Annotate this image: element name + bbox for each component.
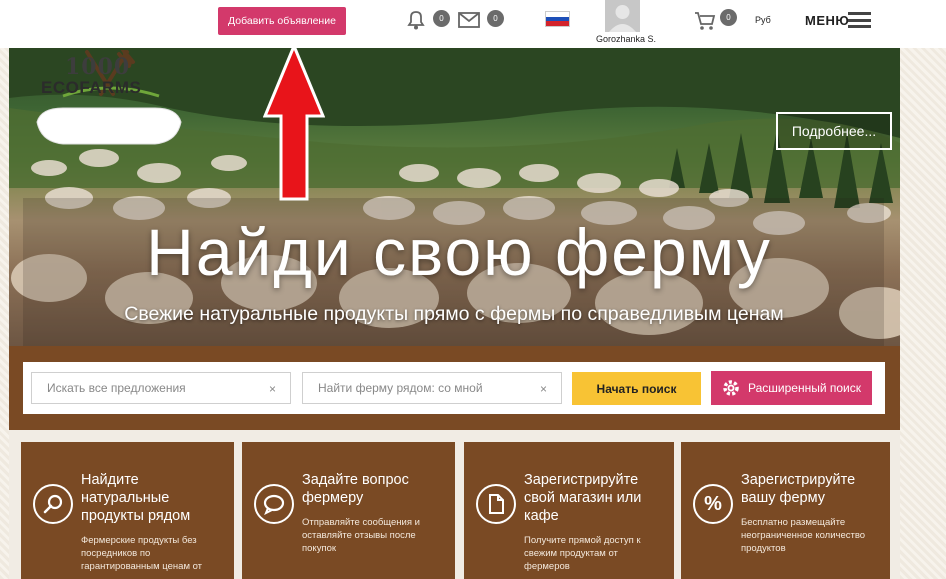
start-search-button[interactable]: Начать поиск [572,372,701,405]
card-title: Зарегистрируйте свой магазин или кафе [524,472,642,524]
card-text: Получите прямой доступ к свежим продукта… [524,535,641,572]
cart-badge: 0 [720,9,737,26]
clear-search-icon[interactable]: × [269,382,276,396]
card-text: Фермерские продукты без посредников по г… [81,535,203,572]
hero-banner: beta 1000 ECOFARMS Подробнее... [9,48,900,346]
notifications-badge: 0 [433,10,450,27]
advanced-search-button[interactable]: Расширенный поиск [711,371,872,405]
search-box: Искать все предложения × Найти ферму ряд… [23,362,885,414]
percent-icon: % [693,484,733,524]
currency-selector[interactable]: Руб [755,15,771,25]
menu-label[interactable]: МЕНЮ [805,13,849,28]
beta-label: beta [129,48,150,49]
ecofarms-logo[interactable]: beta 1000 ECOFARMS [33,48,185,152]
feature-card-ask-farmer[interactable]: Задайте вопрос фермеру Отправляйте сообщ… [242,442,455,579]
gear-icon [723,380,739,396]
username[interactable]: Gorozhanka S. [596,34,656,44]
search-section: Искать все предложения × Найти ферму ряд… [9,346,900,430]
search-input[interactable]: Искать все предложения × [31,372,291,404]
top-header: Добавить объявление 0 0 Gorozhanka S. 0 … [0,0,946,48]
cart-icon[interactable] [694,11,716,36]
hero-subtitle: Свежие натуральные продукты прямо с ферм… [124,303,784,325]
document-icon [476,484,516,524]
clear-location-icon[interactable]: × [540,382,547,396]
logo-number: 1000 [65,54,131,80]
card-title: Найдите натуральные продукты рядом [81,472,191,524]
russian-flag-icon[interactable] [545,11,570,27]
red-arrow-annotation-icon [263,44,325,201]
card-title: Зарегистрируйте вашу ферму [741,472,856,506]
card-text: Бесплатно размещайте неограниченное коли… [741,517,866,554]
card-text: Отправляйте сообщения и оставляйте отзыв… [302,517,420,554]
more-info-button[interactable]: Подробнее... [776,112,892,150]
bell-icon[interactable] [405,9,427,36]
feature-card-register-farm[interactable]: % Зарегистрируйте вашу ферму Бесплатно р… [681,442,890,579]
avatar[interactable] [605,0,640,32]
search-icon [33,484,73,524]
logo-name: ECOFARMS [41,78,142,97]
chat-bubble-icon [254,484,294,524]
advanced-search-label: Расширенный поиск [748,381,861,395]
hero-title: Найди свою ферму [146,215,772,289]
feature-card-register-shop[interactable]: Зарегистрируйте свой магазин или кафе По… [464,442,674,579]
mail-badge: 0 [487,10,504,27]
mail-icon[interactable] [458,12,480,33]
farm-location-placeholder: Найти ферму рядом: со мной [318,381,483,395]
feature-card-find-products[interactable]: Найдите натуральные продукты рядом Ферме… [21,442,234,579]
search-input-placeholder: Искать все предложения [47,381,186,395]
farm-location-input[interactable]: Найти ферму рядом: со мной × [302,372,562,404]
add-ad-button[interactable]: Добавить объявление [218,7,346,35]
hamburger-menu-icon[interactable] [848,12,871,28]
card-title: Задайте вопрос фермеру [302,472,409,506]
